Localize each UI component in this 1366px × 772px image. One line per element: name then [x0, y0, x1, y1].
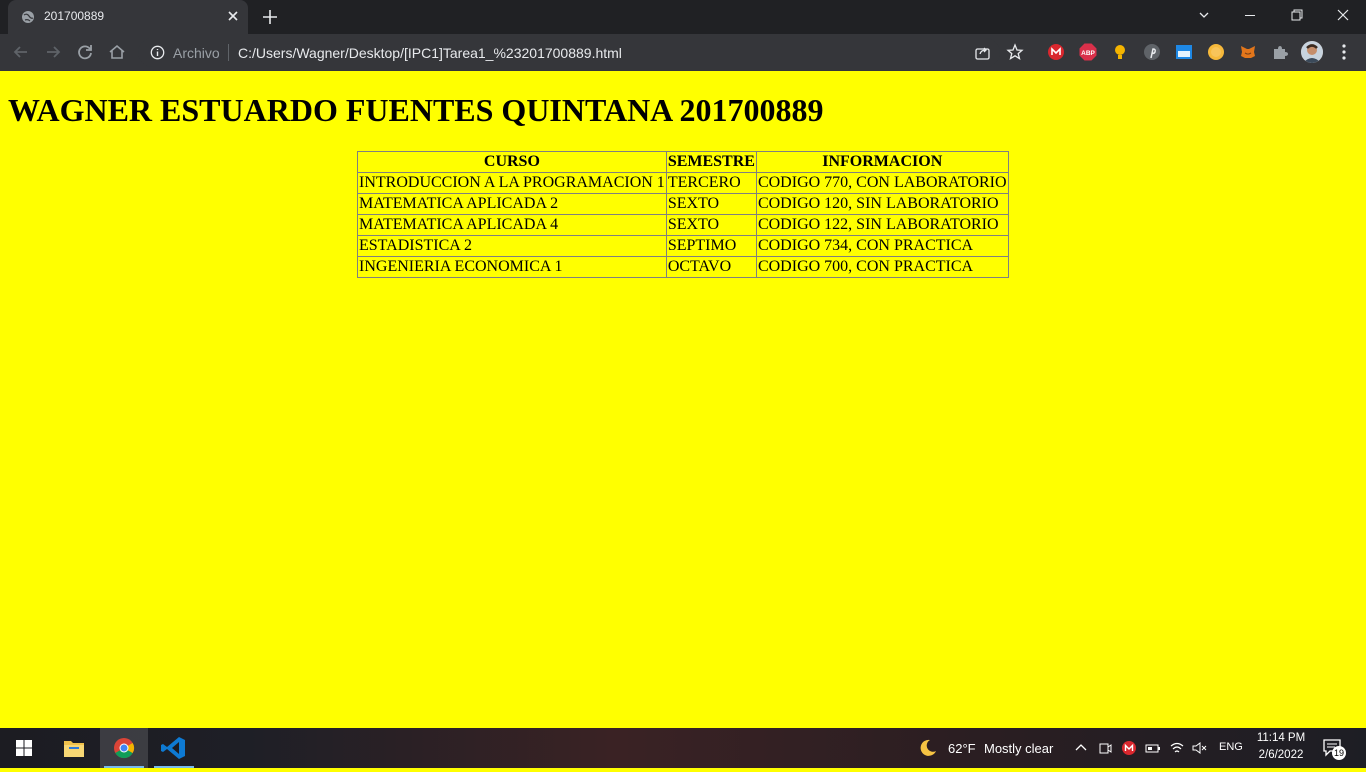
cell-curso: MATEMATICA APLICADA 2: [357, 193, 667, 215]
coin-icon[interactable]: [1207, 43, 1225, 61]
vscode-icon: [161, 737, 185, 759]
cell-semestre: SEPTIMO: [665, 235, 757, 257]
weather-temperature[interactable]: 62°F: [948, 741, 976, 756]
notification-center-button[interactable]: 19: [1322, 738, 1350, 760]
wifi-icon[interactable]: [1169, 740, 1185, 756]
puzzle-icon[interactable]: [1271, 43, 1289, 61]
info-icon[interactable]: [150, 45, 165, 60]
header-informacion: INFORMACION: [755, 151, 1009, 173]
moon-weather-icon[interactable]: [918, 738, 938, 758]
globe-icon: [22, 11, 34, 23]
mega-icon[interactable]: [1047, 43, 1065, 61]
cell-semestre: SEXTO: [665, 214, 757, 236]
share-icon[interactable]: [974, 44, 991, 61]
taskbar-file-explorer[interactable]: [50, 728, 98, 768]
weather-description[interactable]: Mostly clear: [984, 741, 1053, 756]
profile-avatar[interactable]: [1301, 41, 1323, 63]
cell-informacion: CODIGO 734, CON PRACTICA: [755, 235, 1009, 257]
cell-curso: INTRODUCCION A LA PROGRAMACION 1: [357, 172, 667, 194]
windows-taskbar: 62°F Mostly clear ENG 11:14 PM 2/6/2022 …: [0, 728, 1366, 768]
new-tab-icon[interactable]: [258, 5, 282, 29]
cell-semestre: OCTAVO: [665, 256, 757, 278]
forward-arrow-icon[interactable]: [42, 41, 64, 63]
tab-title: 201700889: [44, 9, 105, 23]
notification-count-badge: 19: [1332, 746, 1346, 760]
adblock-plus-icon[interactable]: ABP: [1079, 43, 1097, 61]
table-row: ESTADISTICA 2 SEPTIMO CODIGO 734, CON PR…: [357, 235, 1009, 257]
file-scheme-label: Archivo: [173, 45, 220, 61]
url-text[interactable]: C:/Users/Wagner/Desktop/[IPC1]Tarea1_%23…: [238, 45, 622, 61]
table-header-row: CURSO SEMESTRE INFORMACION: [357, 151, 1009, 173]
cell-curso: INGENIERIA ECONOMICA 1: [357, 256, 667, 278]
address-bar[interactable]: Archivo C:/Users/Wagner/Desktop/[IPC1]Ta…: [138, 38, 1024, 67]
header-curso: CURSO: [357, 151, 667, 173]
browser-tab[interactable]: 201700889: [8, 0, 248, 34]
mega-tray-icon[interactable]: [1121, 740, 1137, 756]
metamask-icon[interactable]: [1239, 43, 1257, 61]
clock-time[interactable]: 11:14 PM: [1256, 732, 1306, 744]
avatar-icon: [1301, 41, 1323, 63]
cell-curso: MATEMATICA APLICADA 4: [357, 214, 667, 236]
reload-icon[interactable]: [74, 41, 96, 63]
course-table: CURSO SEMESTRE INFORMACION INTRODUCCION …: [357, 151, 1009, 278]
cell-informacion: CODIGO 770, CON LABORATORIO: [755, 172, 1009, 194]
restore-icon[interactable]: [1273, 0, 1319, 32]
lightbulb-icon[interactable]: [1111, 43, 1129, 61]
clock-date[interactable]: 2/6/2022: [1256, 749, 1306, 761]
taskbar-vscode[interactable]: [150, 728, 198, 768]
table-row: MATEMATICA APLICADA 4 SEXTO CODIGO 122, …: [357, 214, 1009, 236]
page-heading: WAGNER ESTUARDO FUENTES QUINTANA 2017008…: [8, 92, 824, 128]
close-tab-icon[interactable]: [225, 8, 241, 24]
kebab-menu-icon[interactable]: [1336, 42, 1352, 62]
table-row: MATEMATICA APLICADA 2 SEXTO CODIGO 120, …: [357, 193, 1009, 215]
home-icon[interactable]: [106, 41, 128, 63]
folder-icon: [64, 741, 84, 757]
page-content: WAGNER ESTUARDO FUENTES QUINTANA 2017008…: [0, 71, 1366, 728]
bookmark-star-icon[interactable]: [1006, 43, 1024, 61]
chrome-icon: [114, 738, 135, 759]
browser-toolbar: Archivo C:/Users/Wagner/Desktop/[IPC1]Ta…: [0, 34, 1366, 71]
back-arrow-icon[interactable]: [10, 41, 32, 63]
volume-muted-icon[interactable]: [1191, 740, 1207, 756]
chevron-up-icon[interactable]: [1073, 740, 1089, 756]
table-row: INGENIERIA ECONOMICA 1 OCTAVO CODIGO 700…: [357, 256, 1009, 278]
tab-search-icon[interactable]: [1181, 0, 1227, 32]
tab-strip: 201700889: [0, 0, 1366, 34]
address-divider: [228, 44, 229, 61]
battery-icon[interactable]: [1145, 740, 1161, 756]
header-semestre: SEMESTRE: [665, 151, 757, 173]
window-ext-icon[interactable]: [1175, 43, 1193, 61]
cell-semestre: TERCERO: [665, 172, 757, 194]
windows-start-icon[interactable]: [0, 728, 48, 768]
pinterest-icon[interactable]: [1143, 43, 1161, 61]
table-row: INTRODUCCION A LA PROGRAMACION 1 TERCERO…: [357, 172, 1009, 194]
taskbar-chrome[interactable]: [100, 728, 148, 768]
cell-curso: ESTADISTICA 2: [357, 235, 667, 257]
cell-informacion: CODIGO 122, SIN LABORATORIO: [755, 214, 1009, 236]
minimize-icon[interactable]: [1227, 0, 1273, 32]
cell-semestre: SEXTO: [665, 193, 757, 215]
cell-informacion: CODIGO 120, SIN LABORATORIO: [755, 193, 1009, 215]
cell-informacion: CODIGO 700, CON PRACTICA: [755, 256, 1009, 278]
meet-now-icon[interactable]: [1097, 740, 1113, 756]
window-close-icon[interactable]: [1320, 0, 1366, 32]
abp-label: ABP: [1081, 50, 1095, 57]
input-language[interactable]: ENG: [1219, 741, 1243, 753]
